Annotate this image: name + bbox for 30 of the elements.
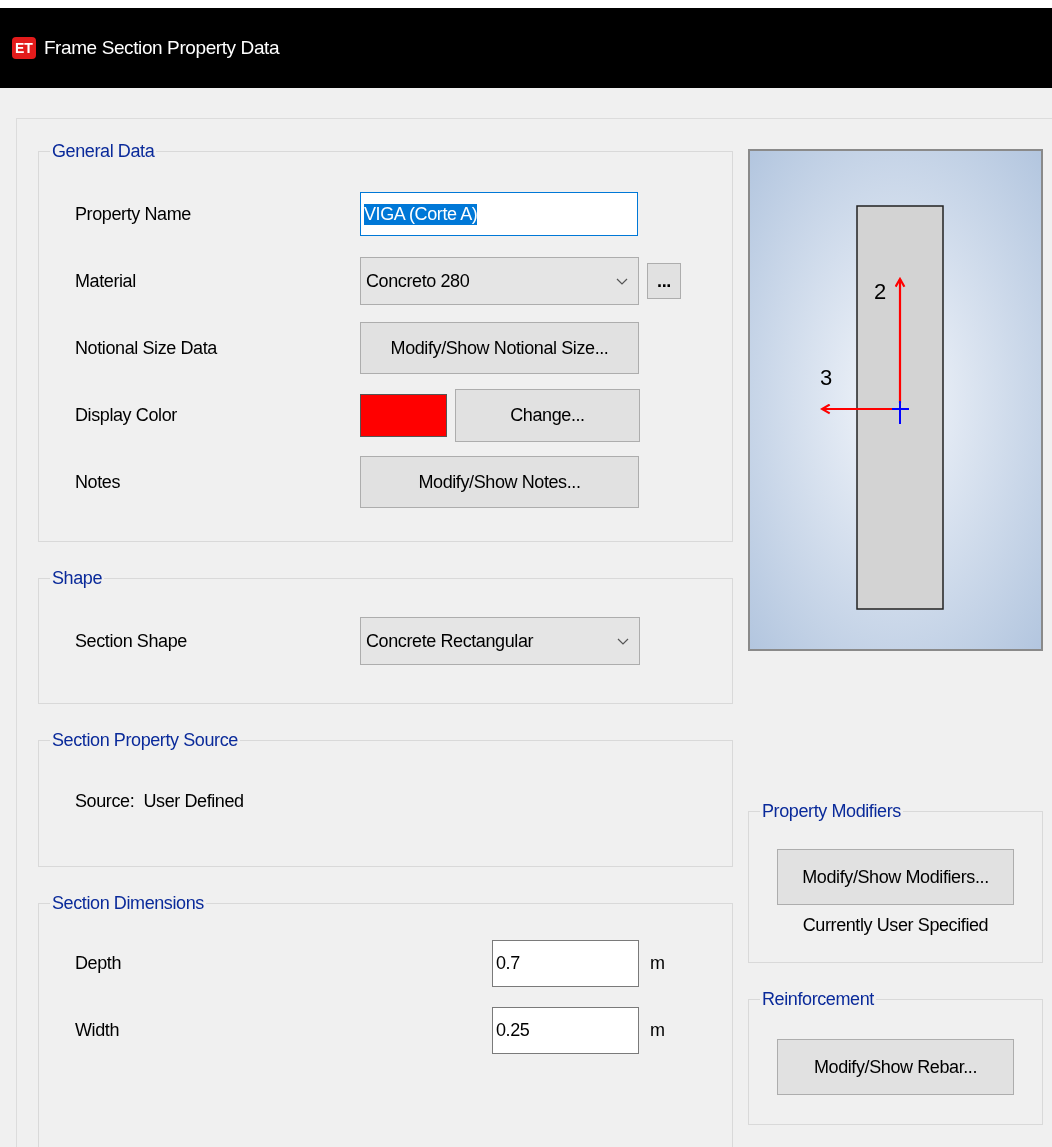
axis-label: 3 [820, 365, 832, 390]
modifiers-button[interactable]: Modify/Show Modifiers... [777, 849, 1014, 905]
change-color-button[interactable]: Change... [455, 388, 640, 442]
field-label: Depth [75, 953, 123, 974]
field-label: Width [75, 1020, 120, 1041]
app-logo: ET [12, 37, 36, 59]
dimension-field[interactable]: 0.25 [492, 1007, 639, 1054]
dimension-field[interactable]: 0.7 [492, 940, 639, 987]
source-text: Source: User Defined [75, 791, 244, 811]
property-name-field[interactable]: VIGA (Corte A) [360, 192, 638, 236]
unit-label: m [650, 1020, 665, 1041]
section-shape-dropdown[interactable]: Concrete Rectangular [360, 617, 640, 665]
field-label: Property Name [75, 203, 192, 225]
modifiers-status: Currently User Specified [802, 915, 989, 936]
origin-cross-icon [891, 400, 910, 425]
rebar-button[interactable]: Modify/Show Rebar... [777, 1039, 1014, 1095]
field-label: Notes [75, 471, 122, 493]
notional-size-button[interactable]: Modify/Show Notional Size... [360, 322, 639, 374]
chevron-icon [616, 277, 628, 285]
field-label: Display Color [75, 404, 178, 426]
unit-label: m [650, 953, 665, 974]
axis-label: 2 [874, 279, 886, 304]
window-title: Frame Section Property Data [43, 37, 280, 59]
field-label: Material [75, 270, 137, 292]
material-dropdown[interactable]: Concreto 280 [360, 257, 639, 305]
field-label: Section Shape [75, 630, 188, 652]
field-label: Notional Size Data [75, 337, 219, 359]
chevron-icon [617, 637, 629, 645]
browse-button[interactable]: ... [647, 263, 681, 299]
notes-button[interactable]: Modify/Show Notes... [360, 456, 639, 508]
